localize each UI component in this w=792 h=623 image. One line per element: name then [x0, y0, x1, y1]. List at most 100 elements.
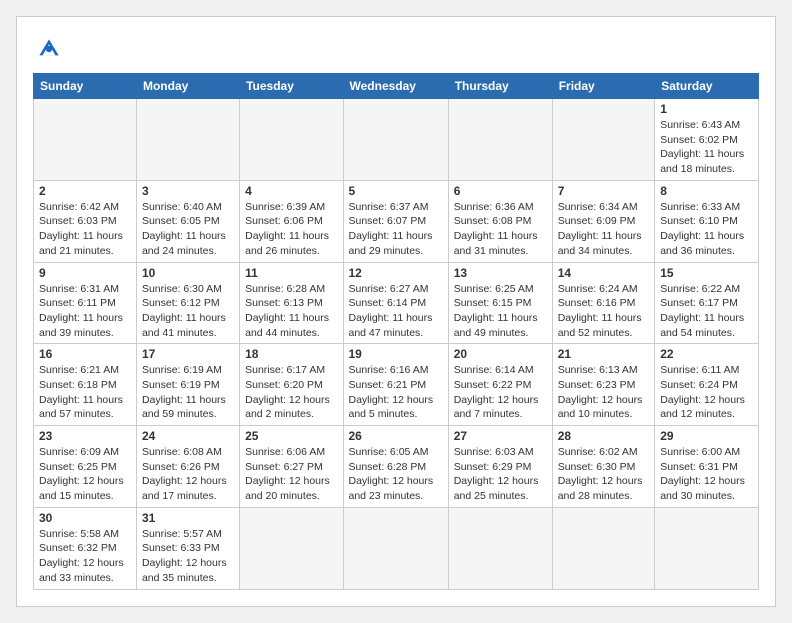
week-row-2: 9 Sunrise: 6:31 AM Sunset: 6:11 PM Daylig…: [34, 262, 759, 344]
day-info: Sunrise: 6:13 AM Sunset: 6:23 PM Dayligh…: [558, 363, 650, 422]
day-number: 18: [245, 347, 337, 361]
calendar-cell: 13 Sunrise: 6:25 AM Sunset: 6:15 PM Dayli…: [448, 262, 552, 344]
day-info: Sunrise: 6:40 AM Sunset: 6:05 PM Dayligh…: [142, 200, 234, 259]
week-row-3: 16 Sunrise: 6:21 AM Sunset: 6:18 PM Dayli…: [34, 344, 759, 426]
day-info: Sunrise: 6:14 AM Sunset: 6:22 PM Dayligh…: [454, 363, 547, 422]
calendar-cell: 3 Sunrise: 6:40 AM Sunset: 6:05 PM Daylig…: [136, 180, 239, 262]
day-info: Sunrise: 6:39 AM Sunset: 6:06 PM Dayligh…: [245, 200, 337, 259]
day-info: Sunrise: 6:33 AM Sunset: 6:10 PM Dayligh…: [660, 200, 753, 259]
weekday-header-saturday: Saturday: [655, 74, 759, 99]
calendar-cell: [552, 507, 655, 589]
day-info: Sunrise: 6:22 AM Sunset: 6:17 PM Dayligh…: [660, 282, 753, 341]
calendar-cell: 14Sunrise: 6:24 AM Sunset: 6:16 PM Dayli…: [552, 262, 655, 344]
day-info: Sunrise: 5:58 AM Sunset: 6:32 PM Dayligh…: [39, 527, 131, 586]
day-number: 1: [660, 102, 753, 116]
day-info: Sunrise: 6:31 AM Sunset: 6:11 PM Dayligh…: [39, 282, 131, 341]
calendar-table: SundayMondayTuesdayWednesdayThursdayFrid…: [33, 73, 759, 590]
calendar-cell: [343, 99, 448, 181]
calendar-cell: 29 Sunrise: 6:00 AM Sunset: 6:31 PM Dayli…: [655, 426, 759, 508]
day-info: Sunrise: 6:03 AM Sunset: 6:29 PM Dayligh…: [454, 445, 547, 504]
day-number: 11: [245, 266, 337, 280]
calendar-cell: 18 Sunrise: 6:17 AM Sunset: 6:20 PM Dayli…: [240, 344, 343, 426]
calendar-cell: 31 Sunrise: 5:57 AM Sunset: 6:33 PM Dayli…: [136, 507, 239, 589]
calendar-cell: 1 Sunrise: 6:43 AM Sunset: 6:02 PM Daylig…: [655, 99, 759, 181]
calendar-cell: 24 Sunrise: 6:08 AM Sunset: 6:26 PM Dayli…: [136, 426, 239, 508]
day-number: 16: [39, 347, 131, 361]
calendar-cell: 2 Sunrise: 6:42 AM Sunset: 6:03 PM Daylig…: [34, 180, 137, 262]
day-number: 5: [349, 184, 443, 198]
weekday-header-tuesday: Tuesday: [240, 74, 343, 99]
calendar-cell: 20 Sunrise: 6:14 AM Sunset: 6:22 PM Dayli…: [448, 344, 552, 426]
calendar-cell: 21 Sunrise: 6:13 AM Sunset: 6:23 PM Dayli…: [552, 344, 655, 426]
day-number: 25: [245, 429, 337, 443]
day-info: Sunrise: 6:00 AM Sunset: 6:31 PM Dayligh…: [660, 445, 753, 504]
day-number: 2: [39, 184, 131, 198]
calendar-cell: [136, 99, 239, 181]
day-number: 28: [558, 429, 650, 443]
day-info: Sunrise: 6:17 AM Sunset: 6:20 PM Dayligh…: [245, 363, 337, 422]
day-info: Sunrise: 6:27 AM Sunset: 6:14 PM Dayligh…: [349, 282, 443, 341]
calendar-cell: 23Sunrise: 6:09 AM Sunset: 6:25 PM Dayli…: [34, 426, 137, 508]
day-info: Sunrise: 6:42 AM Sunset: 6:03 PM Dayligh…: [39, 200, 131, 259]
day-info: Sunrise: 6:08 AM Sunset: 6:26 PM Dayligh…: [142, 445, 234, 504]
calendar-cell: 10 Sunrise: 6:30 AM Sunset: 6:12 PM Dayli…: [136, 262, 239, 344]
day-number: 19: [349, 347, 443, 361]
day-number: 26: [349, 429, 443, 443]
calendar-cell: [448, 507, 552, 589]
week-row-4: 23Sunrise: 6:09 AM Sunset: 6:25 PM Dayli…: [34, 426, 759, 508]
calendar-cell: 8Sunrise: 6:33 AM Sunset: 6:10 PM Daylig…: [655, 180, 759, 262]
day-info: Sunrise: 6:30 AM Sunset: 6:12 PM Dayligh…: [142, 282, 234, 341]
calendar-cell: 25Sunrise: 6:06 AM Sunset: 6:27 PM Dayli…: [240, 426, 343, 508]
calendar-cell: 15 Sunrise: 6:22 AM Sunset: 6:17 PM Dayli…: [655, 262, 759, 344]
day-number: 23: [39, 429, 131, 443]
day-number: 10: [142, 266, 234, 280]
day-info: Sunrise: 6:37 AM Sunset: 6:07 PM Dayligh…: [349, 200, 443, 259]
day-number: 6: [454, 184, 547, 198]
calendar-cell: 5 Sunrise: 6:37 AM Sunset: 6:07 PM Daylig…: [343, 180, 448, 262]
day-info: Sunrise: 5:57 AM Sunset: 6:33 PM Dayligh…: [142, 527, 234, 586]
day-number: 3: [142, 184, 234, 198]
day-info: Sunrise: 6:21 AM Sunset: 6:18 PM Dayligh…: [39, 363, 131, 422]
calendar-cell: 16 Sunrise: 6:21 AM Sunset: 6:18 PM Dayli…: [34, 344, 137, 426]
day-number: 24: [142, 429, 234, 443]
day-number: 31: [142, 511, 234, 525]
weekday-header-friday: Friday: [552, 74, 655, 99]
day-info: Sunrise: 6:11 AM Sunset: 6:24 PM Dayligh…: [660, 363, 753, 422]
weekday-header-thursday: Thursday: [448, 74, 552, 99]
day-info: Sunrise: 6:34 AM Sunset: 6:09 PM Dayligh…: [558, 200, 650, 259]
calendar-cell: 28Sunrise: 6:02 AM Sunset: 6:30 PM Dayli…: [552, 426, 655, 508]
calendar-cell: [240, 507, 343, 589]
day-number: 21: [558, 347, 650, 361]
calendar-cell: [240, 99, 343, 181]
calendar-cell: 7 Sunrise: 6:34 AM Sunset: 6:09 PM Daylig…: [552, 180, 655, 262]
weekday-header-monday: Monday: [136, 74, 239, 99]
day-number: 7: [558, 184, 650, 198]
calendar-cell: 22 Sunrise: 6:11 AM Sunset: 6:24 PM Dayli…: [655, 344, 759, 426]
calendar-cell: 19 Sunrise: 6:16 AM Sunset: 6:21 PM Dayli…: [343, 344, 448, 426]
calendar-cell: [448, 99, 552, 181]
day-info: Sunrise: 6:36 AM Sunset: 6:08 PM Dayligh…: [454, 200, 547, 259]
day-number: 20: [454, 347, 547, 361]
calendar-cell: [343, 507, 448, 589]
day-number: 13: [454, 266, 547, 280]
day-info: Sunrise: 6:16 AM Sunset: 6:21 PM Dayligh…: [349, 363, 443, 422]
day-number: 12: [349, 266, 443, 280]
day-number: 30: [39, 511, 131, 525]
calendar-cell: 30 Sunrise: 5:58 AM Sunset: 6:32 PM Dayli…: [34, 507, 137, 589]
weekday-header-wednesday: Wednesday: [343, 74, 448, 99]
calendar-cell: [655, 507, 759, 589]
weekday-header-row: SundayMondayTuesdayWednesdayThursdayFrid…: [34, 74, 759, 99]
day-number: 14: [558, 266, 650, 280]
calendar-cell: 17Sunrise: 6:19 AM Sunset: 6:19 PM Dayli…: [136, 344, 239, 426]
day-info: Sunrise: 6:43 AM Sunset: 6:02 PM Dayligh…: [660, 118, 753, 177]
day-number: 9: [39, 266, 131, 280]
day-number: 29: [660, 429, 753, 443]
day-number: 15: [660, 266, 753, 280]
calendar-cell: 11Sunrise: 6:28 AM Sunset: 6:13 PM Dayli…: [240, 262, 343, 344]
calendar-cell: 9 Sunrise: 6:31 AM Sunset: 6:11 PM Daylig…: [34, 262, 137, 344]
week-row-5: 30 Sunrise: 5:58 AM Sunset: 6:32 PM Dayli…: [34, 507, 759, 589]
day-info: Sunrise: 6:25 AM Sunset: 6:15 PM Dayligh…: [454, 282, 547, 341]
week-row-1: 2 Sunrise: 6:42 AM Sunset: 6:03 PM Daylig…: [34, 180, 759, 262]
day-number: 22: [660, 347, 753, 361]
calendar-container: SundayMondayTuesdayWednesdayThursdayFrid…: [16, 16, 776, 607]
